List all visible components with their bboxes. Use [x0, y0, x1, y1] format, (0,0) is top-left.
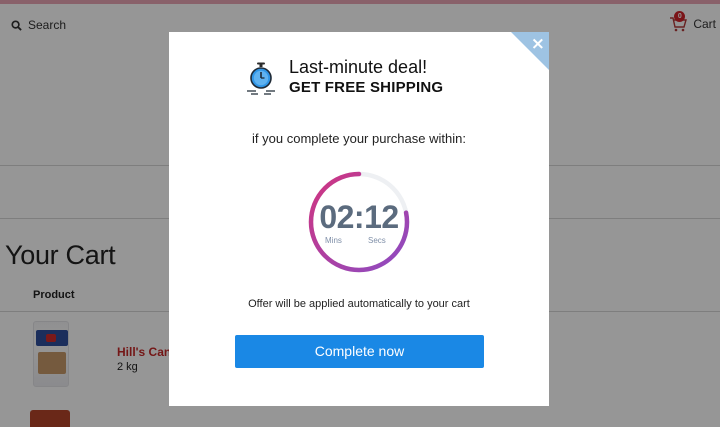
free-shipping-modal: × Last-minute deal! GET FREE SHIPPING if… [169, 32, 549, 406]
seconds-label: Secs [368, 236, 386, 245]
headline-subtitle: GET FREE SHIPPING [289, 79, 444, 96]
stopwatch-icon [243, 61, 279, 97]
offer-note: Offer will be applied automatically to y… [248, 298, 470, 310]
minutes-label: Mins [325, 236, 342, 245]
modal-headline: Last-minute deal! GET FREE SHIPPING [243, 57, 443, 97]
headline-title: Last-minute deal! [289, 57, 428, 77]
countdown-value: 02:12 [319, 199, 399, 235]
countdown-timer: 02:12 Mins Secs [307, 170, 411, 274]
close-button[interactable]: × [511, 32, 549, 70]
complete-now-button[interactable]: Complete now [235, 335, 484, 368]
countdown-instruction: if you complete your purchase within: [252, 131, 466, 146]
close-icon: × [530, 34, 545, 54]
